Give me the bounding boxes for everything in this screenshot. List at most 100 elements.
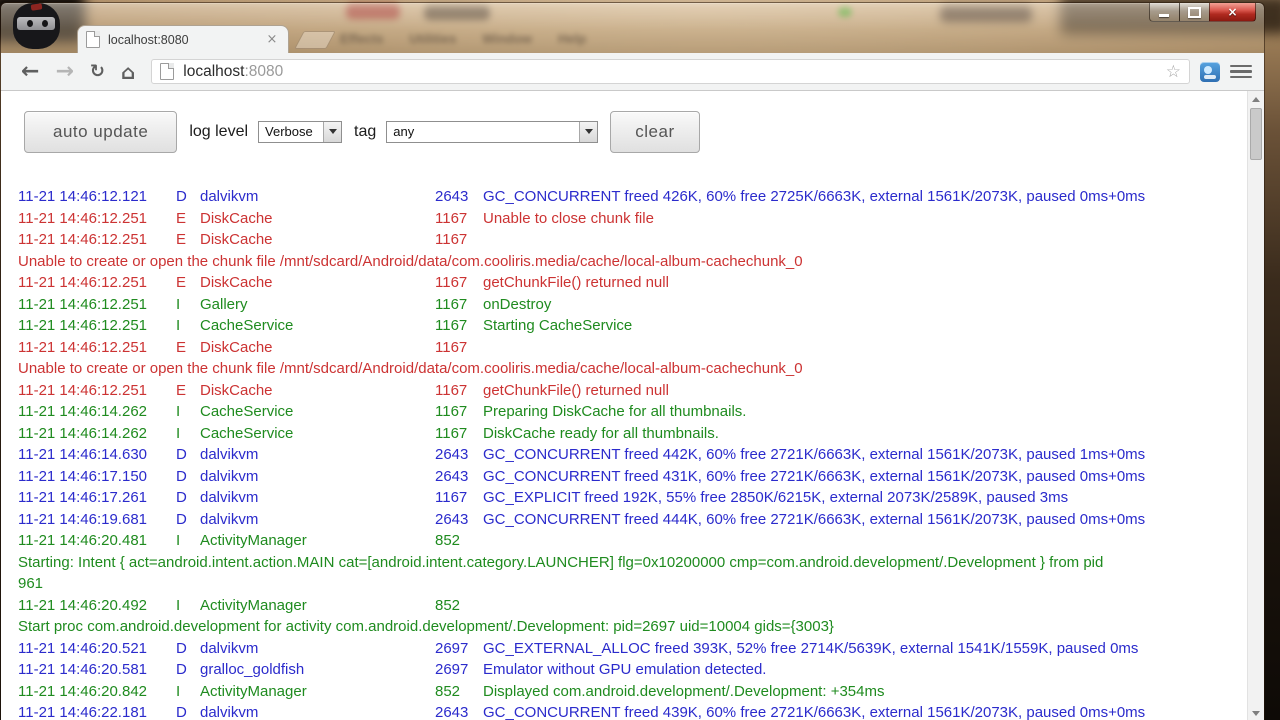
log-output: 11-21 14:46:12.121Ddalvikvm2643GC_CONCUR… xyxy=(1,186,1264,720)
maximize-button[interactable] xyxy=(1179,3,1210,22)
log-time: 11-21 14:46:12.251 xyxy=(18,380,176,402)
log-tag: dalvikvm xyxy=(200,466,435,488)
log-row: 11-21 14:46:19.681Ddalvikvm2643GC_CONCUR… xyxy=(18,509,1264,531)
log-row: Start proc com.android.development for a… xyxy=(18,616,1264,638)
log-row: 11-21 14:46:17.261Ddalvikvm1167GC_EXPLIC… xyxy=(18,487,1264,509)
log-time: 11-21 14:46:17.150 xyxy=(18,466,176,488)
new-tab-button[interactable] xyxy=(294,31,336,49)
log-pid: 2643 xyxy=(435,702,483,720)
minimize-icon xyxy=(1159,14,1169,17)
log-time: 11-21 14:46:22.181 xyxy=(18,702,176,720)
log-level: D xyxy=(176,487,200,509)
log-time: 11-21 14:46:20.521 xyxy=(18,638,176,660)
extension-icon[interactable] xyxy=(1200,62,1220,82)
log-row: 11-21 14:46:20.842IActivityManager852Dis… xyxy=(18,681,1264,703)
minimize-button[interactable] xyxy=(1149,3,1180,22)
scrollbar-thumb[interactable] xyxy=(1250,108,1262,160)
log-level: E xyxy=(176,229,200,251)
ninja-eye xyxy=(42,20,48,27)
log-row: 11-21 14:46:12.251EDiskCache1167 xyxy=(18,229,1264,251)
log-pid: 1167 xyxy=(435,337,483,359)
log-pid: 2643 xyxy=(435,509,483,531)
scrollbar[interactable] xyxy=(1247,91,1264,720)
browser-window: × localhost:8080 × ← → ↻ ⌂ localhost:808… xyxy=(0,2,1265,720)
log-time: 11-21 14:46:20.481 xyxy=(18,530,176,552)
back-button[interactable]: ← xyxy=(21,61,39,83)
url-host: localhost xyxy=(183,63,244,80)
log-time: 11-21 14:46:12.251 xyxy=(18,294,176,316)
url-text: localhost:8080 xyxy=(183,63,283,81)
log-row: 11-21 14:46:14.630Ddalvikvm2643GC_CONCUR… xyxy=(18,444,1264,466)
log-pid: 2643 xyxy=(435,466,483,488)
log-level: I xyxy=(176,294,200,316)
log-pid: 1167 xyxy=(435,294,483,316)
log-tag: ActivityManager xyxy=(200,530,435,552)
reload-button[interactable]: ↻ xyxy=(90,63,105,81)
log-row: 11-21 14:46:20.521Ddalvikvm2697GC_EXTERN… xyxy=(18,638,1264,660)
log-level: I xyxy=(176,401,200,423)
log-message: DiskCache ready for all thumbnails. xyxy=(483,425,719,442)
browser-tab[interactable]: localhost:8080 × xyxy=(77,25,289,53)
log-message: onDestroy xyxy=(483,296,551,313)
page-content: auto update log level Verbose tag any cl… xyxy=(1,91,1264,720)
log-pid: 1167 xyxy=(435,423,483,445)
tag-select[interactable]: any xyxy=(386,121,598,143)
scrollbar-up-button[interactable] xyxy=(1248,91,1264,107)
log-tag: ActivityManager xyxy=(200,595,435,617)
log-continuation: Unable to create or open the chunk file … xyxy=(18,253,803,270)
ninja-eye xyxy=(27,20,33,27)
log-row: 11-21 14:46:20.492IActivityManager852 xyxy=(18,595,1264,617)
log-continuation: Starting: Intent { act=android.intent.ac… xyxy=(18,554,1103,571)
log-message: getChunkFile() returned null xyxy=(483,382,669,399)
log-level: E xyxy=(176,380,200,402)
log-time: 11-21 14:46:19.681 xyxy=(18,509,176,531)
log-pid: 1167 xyxy=(435,487,483,509)
log-row: Starting: Intent { act=android.intent.ac… xyxy=(18,552,1264,574)
close-window-button[interactable]: × xyxy=(1209,3,1256,22)
log-message: getChunkFile() returned null xyxy=(483,274,669,291)
scroll-down-icon xyxy=(1252,711,1260,716)
log-tag: dalvikvm xyxy=(200,702,435,720)
log-continuation: 961 xyxy=(18,575,43,592)
log-level-select[interactable]: Verbose xyxy=(258,121,342,143)
home-button[interactable]: ⌂ xyxy=(121,62,135,82)
forward-button[interactable]: → xyxy=(55,61,73,83)
log-time: 11-21 14:46:20.842 xyxy=(18,681,176,703)
bookmark-star-icon[interactable]: ☆ xyxy=(1166,62,1181,82)
log-level: I xyxy=(176,681,200,703)
log-continuation: Start proc com.android.development for a… xyxy=(18,618,834,635)
log-row: 11-21 14:46:12.251EDiskCache1167getChunk… xyxy=(18,380,1264,402)
log-tag: CacheService xyxy=(200,315,435,337)
url-port: :8080 xyxy=(244,63,283,80)
tag-label: tag xyxy=(354,123,376,141)
log-time: 11-21 14:46:14.262 xyxy=(18,401,176,423)
navigation-toolbar: ← → ↻ ⌂ localhost:8080 ☆ xyxy=(1,53,1264,91)
tab-close-button[interactable]: × xyxy=(264,32,280,48)
log-time: 11-21 14:46:12.121 xyxy=(18,186,176,208)
log-pid: 852 xyxy=(435,595,483,617)
menu-button[interactable] xyxy=(1230,62,1252,82)
log-tag: CacheService xyxy=(200,401,435,423)
scrollbar-down-button[interactable] xyxy=(1248,705,1264,720)
log-tag: gralloc_goldfish xyxy=(200,659,435,681)
clear-button[interactable]: clear xyxy=(610,111,699,153)
ninja-icon xyxy=(13,3,60,49)
log-message: Displayed com.android.development/.Devel… xyxy=(483,683,884,700)
log-level: E xyxy=(176,272,200,294)
log-pid: 2643 xyxy=(435,186,483,208)
log-level: D xyxy=(176,659,200,681)
address-bar[interactable]: localhost:8080 ☆ xyxy=(151,59,1190,84)
close-icon: × xyxy=(1227,5,1237,19)
auto-update-button[interactable]: auto update xyxy=(24,111,177,153)
log-message: Emulator without GPU emulation detected. xyxy=(483,661,766,678)
log-row: Unable to create or open the chunk file … xyxy=(18,251,1264,273)
log-pid: 1167 xyxy=(435,380,483,402)
log-level: D xyxy=(176,702,200,720)
log-tag: dalvikvm xyxy=(200,444,435,466)
log-time: 11-21 14:46:12.251 xyxy=(18,272,176,294)
log-tag: ActivityManager xyxy=(200,681,435,703)
dropdown-arrow-icon xyxy=(323,122,341,142)
log-row: 11-21 14:46:12.251ICacheService1167Start… xyxy=(18,315,1264,337)
log-time: 11-21 14:46:12.251 xyxy=(18,208,176,230)
log-level: D xyxy=(176,444,200,466)
